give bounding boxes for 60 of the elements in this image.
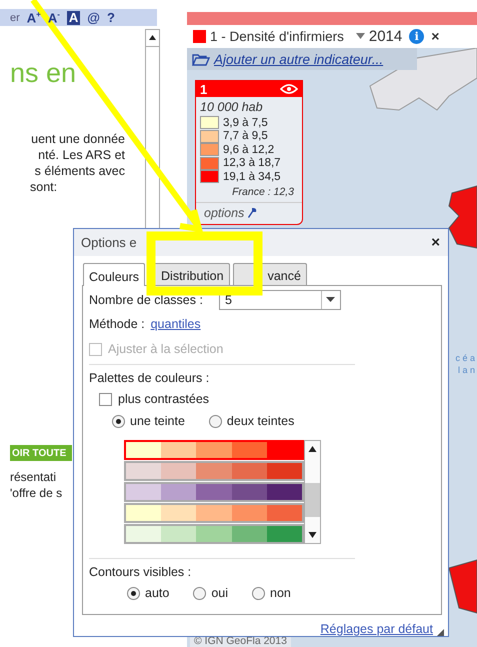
field-label: Méthode : [89,317,145,331]
font-contrast-icon[interactable]: A [66,10,80,24]
font-larger-icon[interactable]: A$^{+}$ [26,10,41,26]
method-link[interactable]: quantiles [150,317,201,331]
legend-label: 19,1 à 34,5 [223,170,281,183]
paragraph-line: résentati [10,469,58,485]
legend-label: 7,7 à 9,5 [223,130,268,142]
legend-label: 3,9 à 7,5 [223,116,268,129]
radio-label: une teinte [130,414,185,428]
wrench-icon[interactable] [247,206,258,218]
checkbox-label: Ajuster à la sélection [108,342,224,356]
dropdown-caret-icon[interactable] [326,297,336,303]
page-heading: ns en [10,58,78,89]
map-label: l a n [458,365,475,375]
reset-defaults-link[interactable]: Réglages par défaut [320,622,433,636]
info-icon[interactable]: i [409,28,424,44]
radio-button[interactable] [252,586,266,600]
dialog-tab[interactable]: Couleurs [83,263,146,286]
options-link[interactable]: options [204,206,244,220]
palette-option[interactable] [124,440,304,460]
text-icon[interactable]: ? [106,10,115,25]
field-label: Nombre de classes : [89,293,203,307]
paragraph-line: s éléments avec [34,163,125,179]
year-select[interactable]: 2014 [368,28,402,44]
folder-icon[interactable] [192,52,210,66]
section-label: Contours visibles : [89,565,192,579]
france-value: France : 12,3 [231,184,295,200]
map-label: c é a [455,353,475,363]
highlighted-region-drawing [448,185,477,249]
radio-label: oui [211,586,228,600]
text-icon[interactable]: @ [87,10,100,25]
checkbox[interactable] [99,392,112,406]
palette-option[interactable] [124,482,304,502]
radio-button[interactable] [127,586,140,600]
classes-dropdown[interactable]: 5 [218,290,341,310]
radio-label: non [270,586,291,600]
toolbar-label: er [10,12,20,24]
dropdown-caret-icon[interactable] [356,32,365,40]
radio-button[interactable] [208,414,222,428]
indicator-name: 1 - Densité d'infirmiers [210,28,344,44]
legend-unit: 10 000 hab [199,99,264,116]
radio-label: auto [145,586,170,600]
paragraph-line: nté. Les ARS et [37,147,125,163]
section-label: Palettes de couleurs : [89,371,210,385]
paragraph-line: uent une donnée [30,131,125,147]
radio-button[interactable] [112,414,125,428]
legend-label: 12,3 à 18,7 [223,157,281,170]
palette-scrollbar[interactable] [304,440,321,544]
resize-grip-icon[interactable] [437,628,444,636]
dialog-title: Options e [81,235,137,250]
close-button[interactable]: × [431,234,440,251]
radio-label: deux teintes [226,414,294,428]
checkbox-label: plus contrastées [118,392,210,406]
legend-number: 1 [200,82,208,96]
paragraph-line: 'offre de s [10,485,64,501]
eye-icon[interactable] [280,84,298,94]
legend-label: 9,6 à 12,2 [223,144,274,156]
radio-button[interactable] [193,586,206,600]
paragraph-line: sont: [29,179,58,195]
close-button[interactable]: × [431,28,440,44]
